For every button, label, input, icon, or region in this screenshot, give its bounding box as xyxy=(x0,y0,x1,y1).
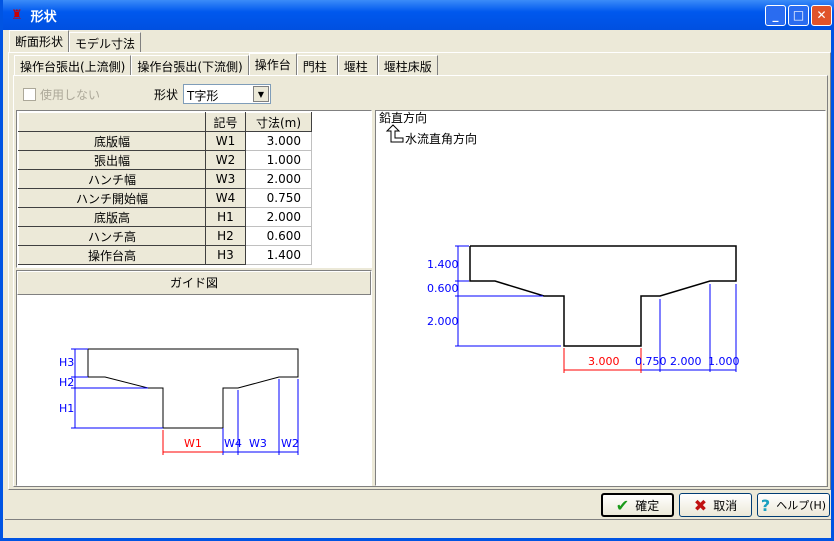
cancel-button[interactable]: ✖ 取消 xyxy=(679,493,752,517)
flow-direction-label: 水流直角方向 xyxy=(405,131,477,146)
vertical-direction-label: 鉛直方向 xyxy=(379,110,427,125)
help-button[interactable]: ? ヘルプ(H) xyxy=(757,493,830,517)
x-icon: ✖ xyxy=(693,495,708,515)
status-bar xyxy=(5,519,831,537)
dim-w1: 3.000 xyxy=(588,355,620,368)
ok-button[interactable]: ✔ 確定 xyxy=(601,493,674,517)
axis-arrow-icon xyxy=(385,124,404,143)
dim-h2: 0.600 xyxy=(427,282,459,295)
tab-operation-deck[interactable]: 操作台 xyxy=(248,53,297,75)
dim-w4: 0.750 xyxy=(635,355,667,368)
shape-preview: 鉛直方向 水流直角方向 1.400 0.600 2.000 3.000 0.75… xyxy=(379,110,740,373)
cancel-label: 取消 xyxy=(713,498,738,513)
shape-dialog: ♜ 形状 _ □ ✕ 断面形状 モデル寸法 操作台張出(上流側) 操作台張出(下… xyxy=(0,0,834,541)
ok-label: 確定 xyxy=(635,498,660,513)
question-icon: ? xyxy=(760,495,771,515)
dim-h3: 1.400 xyxy=(427,258,459,271)
dim-h1: 2.000 xyxy=(427,315,459,328)
dim-w2: 1.000 xyxy=(708,355,740,368)
tab-section-shape[interactable]: 断面形状 xyxy=(9,30,70,52)
check-icon: ✔ xyxy=(615,495,630,515)
dim-w3: 2.000 xyxy=(670,355,702,368)
help-label: ヘルプ(H) xyxy=(776,499,827,512)
